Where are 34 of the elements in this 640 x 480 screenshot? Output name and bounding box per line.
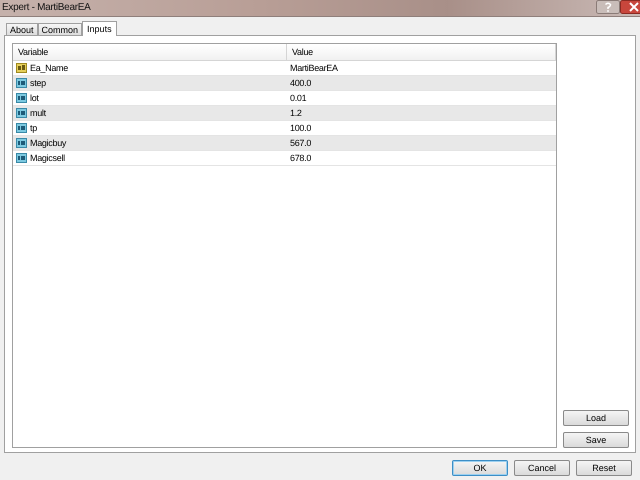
number-type-icon [16,153,27,163]
dialog-button[interactable]: Reset [576,460,632,476]
variable-name: Magicsell [30,153,65,163]
close-icon[interactable] [620,0,640,14]
variable-name: tp [30,123,37,133]
variable-name: lot [30,93,39,103]
variable-name: Magicbuy [30,138,66,148]
tab[interactable]: Common [38,23,82,35]
variable-value[interactable]: MartiBearEA [290,63,338,73]
text-type-icon [16,63,27,73]
variable-name: Ea_Name [30,63,68,73]
variable-name: mult [30,108,46,118]
tab[interactable]: About [6,23,38,35]
variable-value[interactable]: 100.0 [290,123,312,133]
column-header[interactable]: Value [287,44,556,60]
number-type-icon [16,93,27,103]
help-icon[interactable] [596,0,620,14]
number-type-icon [16,123,27,133]
dialog-button[interactable]: OK [452,460,508,476]
save-button[interactable]: Save [563,432,629,448]
variable-value[interactable]: 1.2 [290,108,302,118]
variable-value[interactable]: 567.0 [290,138,312,148]
window-title: Expert - MartiBearEA [1,1,90,13]
load-button[interactable]: Load [563,410,629,426]
number-type-icon [16,138,27,148]
variable-value[interactable]: 400.0 [290,78,312,88]
variable-name: step [30,78,46,88]
number-type-icon [16,78,27,88]
dialog-button[interactable]: Cancel [514,460,570,476]
tab[interactable]: Inputs [82,21,117,36]
column-header[interactable]: Variable [13,44,287,60]
variable-value[interactable]: 678.0 [290,153,312,163]
number-type-icon [16,108,27,118]
variable-value[interactable]: 0.01 [290,93,306,103]
